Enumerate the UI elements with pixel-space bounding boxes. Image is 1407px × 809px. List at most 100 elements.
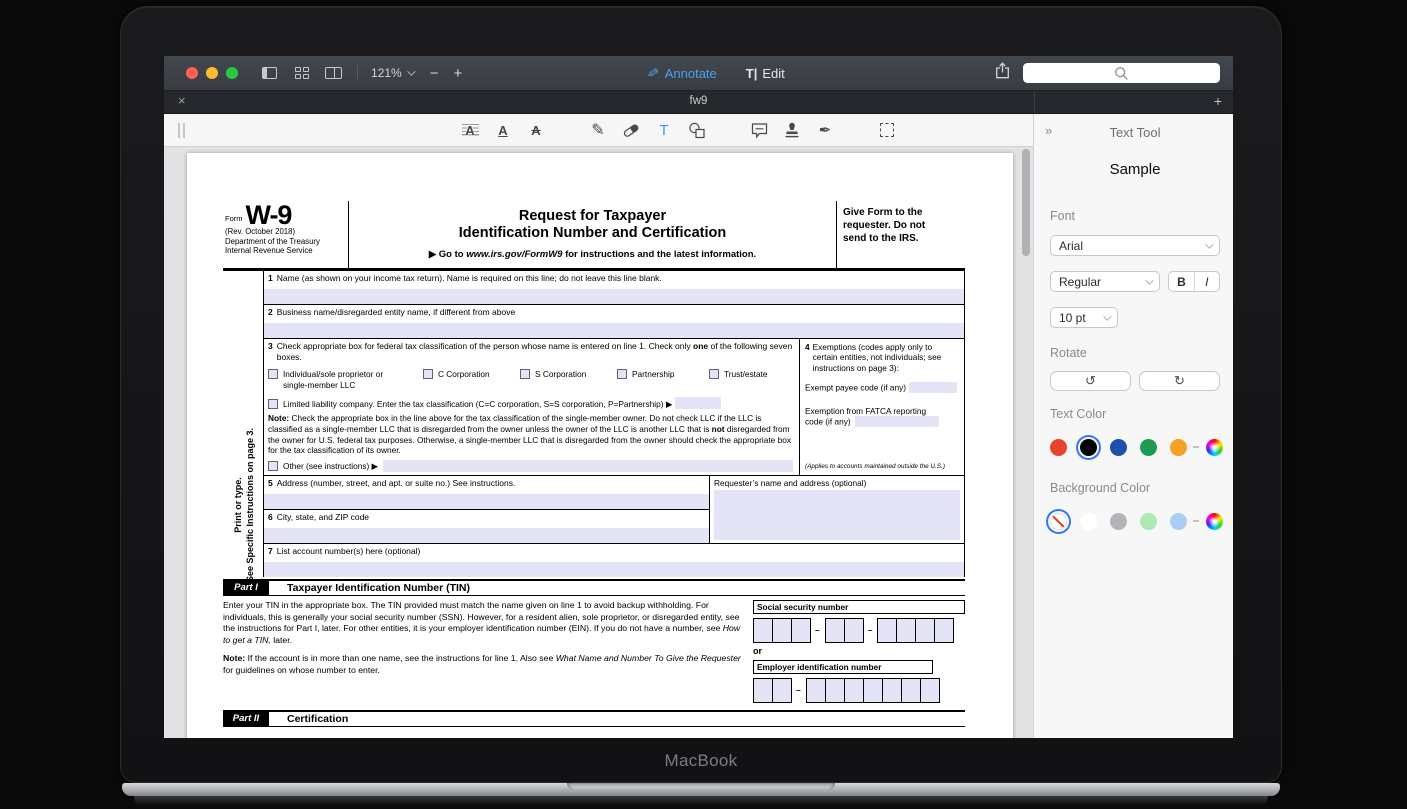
- s-corporation-label: S Corporation: [535, 369, 586, 379]
- highlight-tool[interactable]: A: [460, 119, 480, 141]
- tin-digit-cell[interactable]: [863, 678, 883, 703]
- search-input[interactable]: [1023, 63, 1220, 83]
- ein-cells: –: [753, 677, 965, 703]
- tin-digit-cell[interactable]: [877, 618, 897, 643]
- color-swatch[interactable]: [1110, 439, 1127, 456]
- eraser-icon: [622, 122, 640, 139]
- macbook-bezel: 121% − + ✎ Annotate T| Edit: [120, 6, 1282, 783]
- signature-tool[interactable]: ✒: [815, 119, 835, 141]
- tin-digit-cell[interactable]: [825, 678, 845, 703]
- text-color-section-label: Text Color: [1050, 407, 1220, 421]
- tin-digit-cell[interactable]: [825, 618, 845, 643]
- requester-field[interactable]: [714, 490, 960, 540]
- address-field[interactable]: [264, 494, 709, 509]
- stamp-tool[interactable]: [782, 119, 802, 141]
- minimize-window-button[interactable]: [206, 67, 218, 79]
- exempt-payee-field[interactable]: [909, 382, 957, 393]
- toolbar-drag-handle[interactable]: [178, 123, 185, 138]
- individual-checkbox[interactable]: [268, 369, 278, 379]
- tin-digit-cell[interactable]: [772, 618, 792, 643]
- tin-digit-cell[interactable]: [882, 678, 902, 703]
- swatch-separator: [1193, 446, 1199, 448]
- zoom-level-dropdown[interactable]: 121%: [371, 66, 413, 80]
- shapes-tool[interactable]: [687, 119, 707, 141]
- form-line-1: 1Name (as shown on your income tax retur…: [264, 271, 964, 305]
- llc-classification-field[interactable]: [675, 397, 721, 409]
- thumbnails-view-button[interactable]: [291, 65, 312, 81]
- tin-digit-cell[interactable]: [806, 678, 826, 703]
- underline-tool[interactable]: A: [493, 119, 513, 141]
- tin-digit-cell[interactable]: [791, 618, 811, 643]
- pen-tool[interactable]: ✎: [588, 119, 608, 141]
- other-checkbox[interactable]: [268, 461, 278, 471]
- tin-dash: –: [796, 685, 801, 696]
- color-swatch[interactable]: [1140, 513, 1157, 530]
- no-color-swatch[interactable]: [1050, 513, 1067, 530]
- name-field[interactable]: [264, 289, 964, 304]
- edit-mode-button[interactable]: T| Edit: [746, 66, 785, 81]
- tin-digit-cell[interactable]: [753, 678, 773, 703]
- tin-digit-cell[interactable]: [901, 678, 921, 703]
- color-wheel-swatch[interactable]: [1206, 513, 1223, 530]
- rotate-left-button[interactable]: ↺: [1050, 371, 1131, 391]
- tin-digit-cell[interactable]: [753, 618, 773, 643]
- italic-button[interactable]: I: [1195, 272, 1219, 291]
- trust-estate-checkbox[interactable]: [709, 369, 719, 379]
- sidebar-view-button[interactable]: [259, 65, 280, 81]
- sidebar-title: Text Tool: [1050, 125, 1220, 140]
- text-color-row: [1050, 434, 1220, 460]
- color-swatch[interactable]: [1110, 513, 1127, 530]
- c-corporation-label: C Corporation: [438, 369, 490, 379]
- zoom-in-button[interactable]: +: [453, 65, 462, 82]
- color-wheel-swatch[interactable]: [1206, 439, 1223, 456]
- tin-digit-cell[interactable]: [934, 618, 954, 643]
- select-tool[interactable]: [877, 119, 897, 141]
- new-tab-button[interactable]: +: [1214, 93, 1222, 109]
- collapse-sidebar-button[interactable]: »: [1045, 123, 1052, 138]
- tin-digit-cell[interactable]: [844, 678, 864, 703]
- color-swatch[interactable]: [1050, 439, 1067, 456]
- color-swatch[interactable]: [1080, 513, 1097, 530]
- vertical-scrollbar[interactable]: [1022, 149, 1030, 256]
- partnership-checkbox[interactable]: [617, 369, 627, 379]
- tin-digit-cell[interactable]: [896, 618, 916, 643]
- rotate-right-button[interactable]: ↻: [1139, 371, 1220, 391]
- form-title-line2: Identification Number and Certification: [349, 225, 836, 242]
- tin-digit-cell[interactable]: [915, 618, 935, 643]
- zoom-out-button[interactable]: −: [430, 65, 439, 82]
- c-corporation-checkbox[interactable]: [423, 369, 433, 379]
- business-name-field[interactable]: [264, 323, 964, 338]
- s-corporation-checkbox[interactable]: [520, 369, 530, 379]
- close-window-button[interactable]: [186, 67, 198, 79]
- font-size-dropdown[interactable]: 10 pt: [1050, 307, 1118, 328]
- llc-checkbox[interactable]: [268, 399, 278, 409]
- bold-button[interactable]: B: [1169, 272, 1194, 291]
- annotate-mode-button[interactable]: ✎ Annotate: [647, 65, 717, 82]
- background-color-section-label: Background Color: [1050, 481, 1220, 495]
- strikethrough-tool[interactable]: A: [526, 119, 546, 141]
- color-swatch[interactable]: [1140, 439, 1157, 456]
- comment-tool[interactable]: [749, 119, 769, 141]
- text-tool[interactable]: T: [654, 119, 674, 141]
- color-swatch[interactable]: [1170, 439, 1187, 456]
- other-field[interactable]: [383, 460, 793, 472]
- rotate-section-label: Rotate: [1050, 346, 1220, 360]
- color-swatch[interactable]: [1080, 439, 1097, 456]
- account-numbers-field[interactable]: [264, 562, 964, 577]
- close-tab-button[interactable]: ×: [178, 93, 186, 108]
- font-family-dropdown[interactable]: Arial: [1050, 235, 1220, 256]
- color-swatch[interactable]: [1170, 513, 1187, 530]
- zoom-window-button[interactable]: [226, 67, 238, 79]
- tin-digit-cell[interactable]: [844, 618, 864, 643]
- chevron-down-icon: [1146, 276, 1154, 284]
- tin-digit-cell[interactable]: [920, 678, 940, 703]
- font-family-value: Arial: [1059, 239, 1083, 253]
- tin-digit-cell[interactable]: [772, 678, 792, 703]
- eraser-tool[interactable]: [621, 119, 641, 141]
- fatca-code-field[interactable]: [855, 416, 939, 427]
- tab-title[interactable]: fw9: [690, 95, 708, 107]
- city-state-zip-field[interactable]: [264, 528, 709, 543]
- share-button[interactable]: [995, 62, 1010, 84]
- font-style-dropdown[interactable]: Regular: [1050, 271, 1160, 292]
- two-page-view-button[interactable]: [323, 65, 344, 81]
